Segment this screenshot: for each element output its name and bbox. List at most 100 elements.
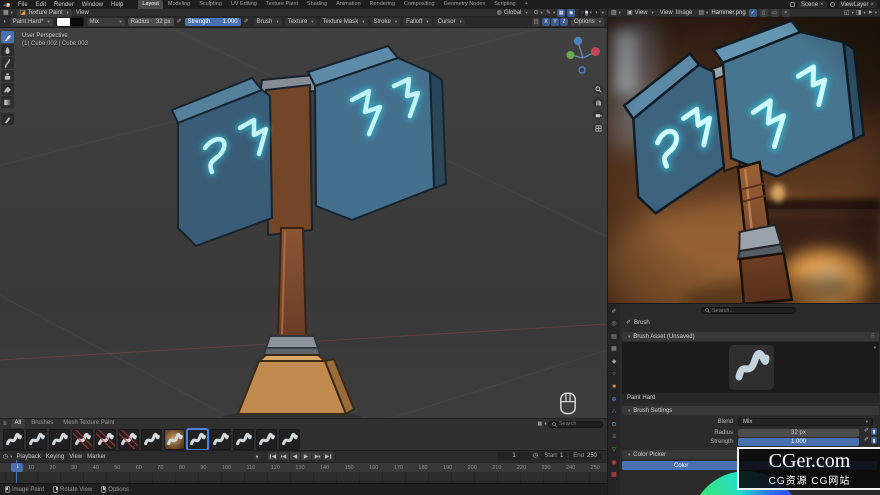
properties-search-field[interactable] bbox=[701, 307, 796, 314]
properties-tab[interactable]: ✐ bbox=[610, 307, 619, 315]
clock-icon[interactable]: ◷ bbox=[533, 453, 538, 459]
draw-brush-tool[interactable] bbox=[1, 31, 14, 43]
mirror-axis-toggle[interactable]: Y bbox=[551, 18, 559, 26]
brush-settings-section-header[interactable]: Brush Settings bbox=[622, 406, 879, 415]
workspace-tab[interactable]: Sculpting bbox=[195, 0, 226, 9]
view-menu[interactable]: View bbox=[76, 10, 89, 16]
brush-thumbnail[interactable] bbox=[164, 429, 185, 450]
solid-shading-icon[interactable]: ● bbox=[585, 10, 589, 16]
brush-thumbnail[interactable] bbox=[141, 429, 162, 450]
unlink-image-button[interactable]: × bbox=[782, 9, 790, 17]
jump-to-start-button[interactable] bbox=[268, 452, 278, 460]
toggle-ortho-icon[interactable] bbox=[593, 123, 603, 133]
workspace-tab[interactable]: Scripting bbox=[490, 0, 519, 9]
zoom-icon[interactable] bbox=[593, 84, 603, 94]
current-frame-field[interactable]: 1 bbox=[497, 452, 531, 460]
image-mode-dropdown[interactable]: ▣View bbox=[624, 9, 657, 17]
play-forward-button[interactable] bbox=[301, 452, 311, 460]
properties-tab[interactable]: ◆ bbox=[610, 357, 619, 365]
asset-shelf-tab[interactable]: Mesh Texture Paint bbox=[59, 419, 118, 428]
workspace-tab[interactable]: Texture Paint bbox=[262, 0, 302, 9]
secondary-color-swatch[interactable] bbox=[70, 18, 83, 26]
asset-shelf-tab[interactable]: All bbox=[11, 419, 26, 428]
smear-tool[interactable] bbox=[1, 57, 14, 69]
unified-strength-toggle[interactable]: ▮ bbox=[871, 437, 877, 444]
brush-selector[interactable]: Paint Hard* bbox=[10, 18, 53, 26]
view-layer-selector[interactable]: ViewLayer bbox=[838, 1, 877, 8]
brush-thumbnail[interactable] bbox=[49, 429, 70, 450]
properties-tab[interactable]: ◎ bbox=[610, 320, 619, 328]
workspace-tab[interactable]: Compositing bbox=[400, 0, 439, 9]
brush-thumbnail[interactable] bbox=[3, 429, 24, 450]
next-keyframe-button[interactable] bbox=[312, 452, 322, 460]
workspace-tab[interactable]: Geometry Nodes bbox=[440, 0, 490, 9]
workspace-tab[interactable]: Modeling bbox=[164, 0, 194, 9]
close-icon[interactable] bbox=[820, 2, 824, 8]
popover-button[interactable]: Texture Mask bbox=[320, 18, 368, 26]
timeline-ruler[interactable]: 1020304050607080901001101201301401501601… bbox=[0, 462, 607, 472]
popover-button[interactable]: Texture bbox=[285, 18, 317, 26]
brush-asset-section-header[interactable]: Brush Asset (Unsaved) ⠿ bbox=[622, 332, 879, 341]
snapping-toggle-icon[interactable]: ▦ bbox=[557, 9, 565, 17]
mode-selector[interactable]: ◪Texture Paint bbox=[17, 9, 72, 17]
auto-keying-toggle[interactable]: ● bbox=[253, 453, 261, 461]
workspace-tab[interactable]: Layout bbox=[138, 0, 163, 9]
timeline-menu[interactable]: View bbox=[69, 454, 82, 460]
unified-radius-toggle[interactable]: ▮ bbox=[871, 428, 877, 435]
brush-preview-icon[interactable]: ◗ bbox=[3, 19, 7, 25]
mirror-axis-toggle[interactable]: Z bbox=[560, 18, 568, 26]
brush-thumbnail[interactable] bbox=[256, 429, 277, 450]
strength-pressure-icon[interactable]: ✐ bbox=[244, 19, 249, 25]
brush-thumbnail[interactable] bbox=[118, 429, 139, 450]
workspace-tab[interactable]: + bbox=[521, 0, 532, 9]
wireframe-shading-icon[interactable]: ○ bbox=[580, 10, 584, 16]
workspace-tab[interactable]: Animation bbox=[332, 0, 364, 9]
image-menu[interactable]: Image bbox=[676, 10, 693, 16]
timeline-menu[interactable]: Marker bbox=[87, 454, 106, 460]
rendered-shading-icon[interactable]: ◑ bbox=[594, 10, 598, 16]
properties-tab[interactable]: ≡ bbox=[610, 433, 619, 441]
display-channels-icon[interactable]: ◱ bbox=[844, 10, 854, 16]
camera-view-icon[interactable] bbox=[593, 110, 603, 120]
timeline-menu[interactable]: Keying bbox=[46, 454, 64, 460]
viewport-3d[interactable]: User Perspective (1) Cube.002 | Cube.003 bbox=[0, 28, 607, 418]
editor-type-icon[interactable]: ▦ bbox=[3, 10, 13, 16]
radius-slider[interactable]: 32 px bbox=[738, 429, 859, 437]
shelf-search-input[interactable] bbox=[559, 421, 599, 427]
brush-thumbnail[interactable] bbox=[233, 429, 254, 450]
play-reverse-button[interactable] bbox=[290, 452, 300, 460]
radius-pressure-icon[interactable]: ✐ bbox=[177, 19, 182, 25]
proportional-edit-icon[interactable]: ◉ bbox=[567, 9, 575, 17]
menubar-menu[interactable]: File bbox=[14, 2, 32, 8]
timeline-menu[interactable]: Playback bbox=[17, 454, 41, 460]
popover-button[interactable]: Stroke bbox=[371, 18, 401, 26]
asset-shelf-tab[interactable]: Brushes bbox=[27, 419, 57, 428]
pivot-point-icon[interactable]: ⊙ bbox=[534, 10, 543, 16]
properties-tab[interactable]: ▤ bbox=[610, 332, 619, 340]
overlay-icon[interactable]: ◨ bbox=[856, 10, 866, 16]
view-menu[interactable]: View bbox=[660, 10, 673, 16]
brush-preview-thumbnail[interactable] bbox=[729, 345, 774, 390]
menubar-menu[interactable]: Render bbox=[50, 2, 78, 8]
pressure-icon[interactable]: ✐ bbox=[864, 428, 869, 435]
chevron-down-icon[interactable] bbox=[872, 345, 876, 351]
properties-tab[interactable]: ◉ bbox=[610, 458, 619, 466]
menubar-menu[interactable]: Edit bbox=[32, 2, 50, 8]
orientation-dropdown[interactable]: ◍Global bbox=[494, 9, 531, 17]
properties-tab[interactable]: ■ bbox=[610, 383, 619, 391]
brush-thumbnail[interactable] bbox=[95, 429, 116, 450]
clone-tool[interactable] bbox=[1, 70, 14, 82]
workspace-tab[interactable]: Rendering bbox=[366, 0, 399, 9]
close-icon[interactable] bbox=[870, 2, 874, 8]
soften-tool[interactable] bbox=[1, 44, 14, 56]
catalog-icon[interactable]: ▦ bbox=[538, 420, 546, 428]
popover-button[interactable]: Brush bbox=[254, 18, 282, 26]
frame-start-field[interactable]: Start1 bbox=[540, 452, 567, 460]
chevron-down-icon[interactable] bbox=[600, 10, 604, 16]
editor-type-icon[interactable]: ◷ bbox=[3, 454, 13, 460]
popover-button[interactable]: Cursor bbox=[435, 18, 465, 26]
open-image-button[interactable]: ▭ bbox=[771, 9, 779, 17]
properties-tab[interactable]: ▦ bbox=[610, 345, 619, 353]
properties-search-input[interactable] bbox=[712, 308, 782, 314]
menubar-menu[interactable]: Help bbox=[107, 2, 127, 8]
